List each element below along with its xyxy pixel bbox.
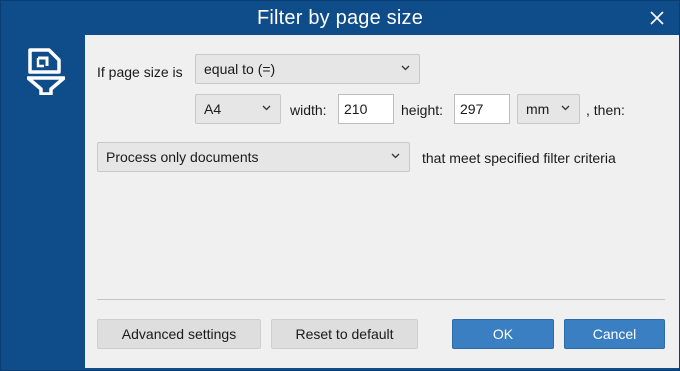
divider [97,299,665,300]
chevron-down-icon [391,153,400,159]
height-label: height: [401,102,444,118]
close-button[interactable] [643,5,671,31]
action-trailing-label: that meet specified filter criteria [422,150,616,166]
width-label: width: [290,102,327,118]
width-input[interactable] [338,94,394,124]
reset-to-default-button[interactable]: Reset to default [271,319,418,349]
unit-select-value: mm [526,101,550,117]
height-input[interactable] [454,94,510,124]
dialog-title: Filter by page size [256,6,424,29]
condition-prefix-label: If page size is [97,64,183,80]
close-icon [650,11,664,25]
operator-select-value: equal to (=) [204,61,276,77]
ok-button[interactable]: OK [452,319,554,349]
page-preset-value: A4 [204,101,222,117]
chevron-down-icon [262,105,271,111]
filter-page-icon [27,48,65,95]
operator-select[interactable]: equal to (=) [195,54,420,84]
left-sidebar [2,35,84,368]
dialog-content: If page size is equal to (=) A4 width: h… [85,35,679,368]
then-label: , then: [586,102,625,118]
dialog-window: Filter by page size If page size is equa… [0,0,680,371]
title-bar: Filter by page size [1,1,679,35]
unit-select[interactable]: mm [517,94,580,124]
cancel-button[interactable]: Cancel [564,319,665,349]
chevron-down-icon [401,65,410,71]
page-preset-select[interactable]: A4 [195,94,281,124]
chevron-down-icon [561,105,570,111]
action-mode-select[interactable]: Process only documents [97,142,410,172]
action-mode-value: Process only documents [106,149,259,165]
advanced-settings-button[interactable]: Advanced settings [97,319,261,349]
